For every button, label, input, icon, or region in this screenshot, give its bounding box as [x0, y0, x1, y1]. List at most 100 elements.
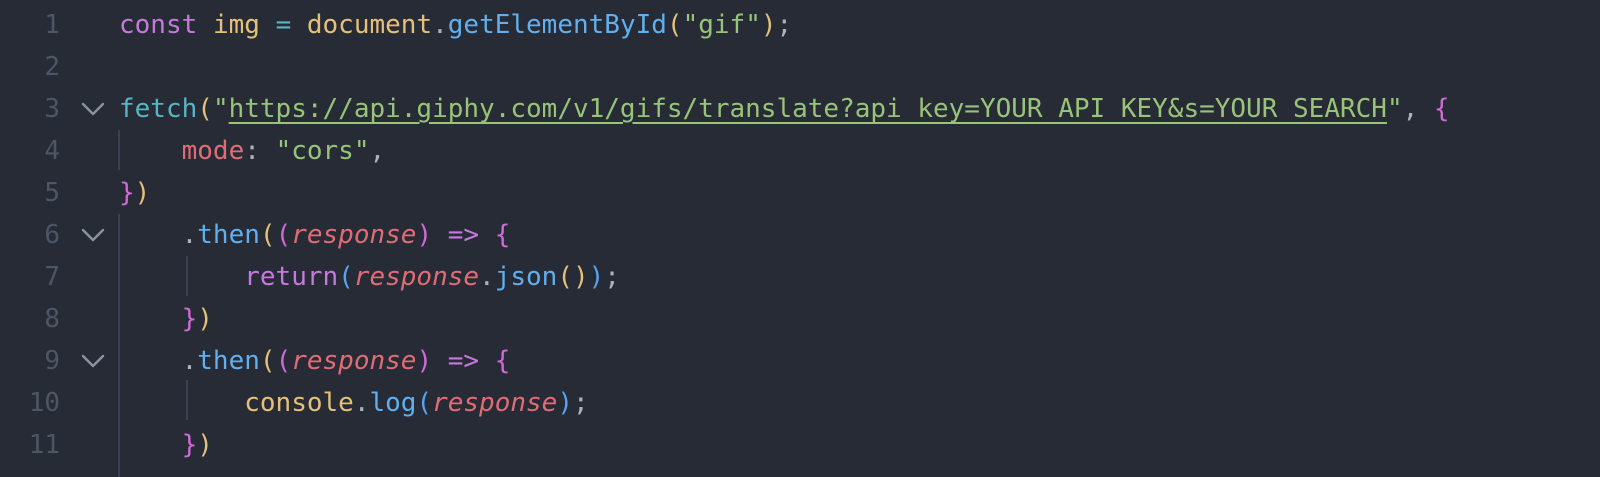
- operator-token: =: [275, 10, 292, 40]
- bracket-token: (: [259, 346, 276, 376]
- indent-token: [119, 346, 182, 376]
- line-code[interactable]: const img = document.getElementById("gif…: [119, 4, 792, 46]
- indent-token: [119, 220, 182, 250]
- object-token: console: [244, 388, 354, 418]
- line-code[interactable]: }): [119, 172, 150, 214]
- punctuation-token: .: [353, 388, 370, 418]
- parameter-token: response: [291, 220, 417, 250]
- bracket-token: ): [572, 262, 589, 292]
- method-token: then: [197, 220, 260, 250]
- bracket-token: ): [760, 10, 777, 40]
- line-number: 5: [44, 178, 60, 208]
- object-token: document: [306, 10, 433, 40]
- function-token: fetch: [119, 94, 198, 124]
- bracket-token: (: [275, 220, 292, 250]
- punctuation-token: ;: [572, 388, 589, 418]
- code-line[interactable]: 10 console.log(response);: [0, 382, 1600, 424]
- bracket-token: ): [557, 388, 573, 418]
- bracket-token: }: [181, 430, 198, 460]
- code-line[interactable]: 5 }): [0, 172, 1600, 214]
- line-number: 4: [44, 136, 60, 166]
- bracket-token: {: [1433, 94, 1450, 124]
- variable-token: img: [212, 10, 260, 40]
- line-number: 6: [44, 220, 60, 250]
- method-token: getElementById: [447, 10, 667, 40]
- bracket-token: (: [557, 262, 573, 292]
- code-line[interactable]: 4 mode: "cors",: [0, 130, 1600, 172]
- keyword-token: const: [119, 10, 198, 40]
- bracket-token: (: [259, 220, 276, 250]
- line-code[interactable]: }): [119, 424, 213, 466]
- property-token: mode: [181, 136, 245, 166]
- line-number: 10: [28, 388, 60, 418]
- indent-token: [119, 430, 182, 460]
- chevron-down-icon[interactable]: [80, 352, 106, 370]
- line-code[interactable]: .then((response) => {: [119, 214, 511, 256]
- bracket-token: }: [181, 304, 198, 334]
- parameter-token: response: [291, 346, 417, 376]
- bracket-token: ): [416, 346, 433, 376]
- punctuation-token: ;: [604, 262, 620, 292]
- bracket-token: (: [197, 94, 213, 124]
- string-token: "cors": [275, 136, 370, 166]
- bracket-token: (: [666, 10, 683, 40]
- bracket-token: ): [588, 262, 605, 292]
- method-token: log: [369, 388, 417, 418]
- line-code[interactable]: .then((response) => {: [119, 340, 511, 382]
- string-quote-token: ": [212, 94, 229, 124]
- line-code[interactable]: }): [119, 298, 213, 340]
- arrow-token: =>: [447, 346, 480, 376]
- method-token: then: [197, 346, 260, 376]
- code-editor[interactable]: 1 const img = document.getElementById("g…: [0, 0, 1600, 477]
- punctuation-token: .: [479, 262, 495, 292]
- code-line[interactable]: 11 }): [0, 424, 1600, 466]
- line-number: 11: [28, 430, 60, 460]
- url-link[interactable]: https://api.giphy.com/v1/gifs/translate?…: [229, 94, 1387, 124]
- code-line[interactable]: 1 const img = document.getElementById("g…: [0, 4, 1600, 46]
- line-number: 7: [44, 262, 60, 292]
- bracket-token: ): [416, 220, 433, 250]
- indent-token: [119, 136, 182, 166]
- punctuation-token: :: [244, 136, 276, 166]
- chevron-down-icon[interactable]: [80, 226, 106, 244]
- line-code[interactable]: fetch("https://api.giphy.com/v1/gifs/tra…: [119, 88, 1450, 130]
- code-line[interactable]: 6 .then((response) => {: [0, 214, 1600, 256]
- punctuation-token: ,: [369, 136, 386, 166]
- line-number: 2: [44, 52, 60, 82]
- string-token: "gif": [682, 10, 761, 40]
- code-line[interactable]: 8 }): [0, 298, 1600, 340]
- line-number: 9: [44, 346, 60, 376]
- line-code[interactable]: return(response.json());: [119, 256, 620, 298]
- code-line[interactable]: 3 fetch("https://api.giphy.com/v1/gifs/t…: [0, 88, 1600, 130]
- code-line[interactable]: 7 return(response.json());: [0, 256, 1600, 298]
- line-code[interactable]: mode: "cors",: [119, 130, 386, 172]
- punctuation-token: .: [432, 10, 448, 40]
- bracket-token: {: [494, 220, 511, 250]
- line-number: 3: [44, 94, 60, 124]
- indent-token: [119, 304, 182, 334]
- indent-token: [119, 262, 244, 292]
- bracket-token: (: [338, 262, 354, 292]
- chevron-down-icon[interactable]: [80, 100, 106, 118]
- line-code[interactable]: console.log(response);: [119, 382, 589, 424]
- bracket-token: }: [119, 178, 135, 208]
- keyword-token: return: [244, 262, 339, 292]
- indent-token: [119, 388, 244, 418]
- code-line[interactable]: 2: [0, 46, 1600, 88]
- line-number: 8: [44, 304, 60, 334]
- bracket-token: ): [197, 430, 213, 460]
- code-line[interactable]: 9 .then((response) => {: [0, 340, 1600, 382]
- line-number: 1: [44, 10, 60, 40]
- arrow-token: =>: [447, 220, 480, 250]
- punctuation-token: ;: [776, 10, 793, 40]
- punctuation-token: .: [181, 220, 198, 250]
- bracket-token: ): [197, 304, 213, 334]
- punctuation-token: ,: [1402, 94, 1434, 124]
